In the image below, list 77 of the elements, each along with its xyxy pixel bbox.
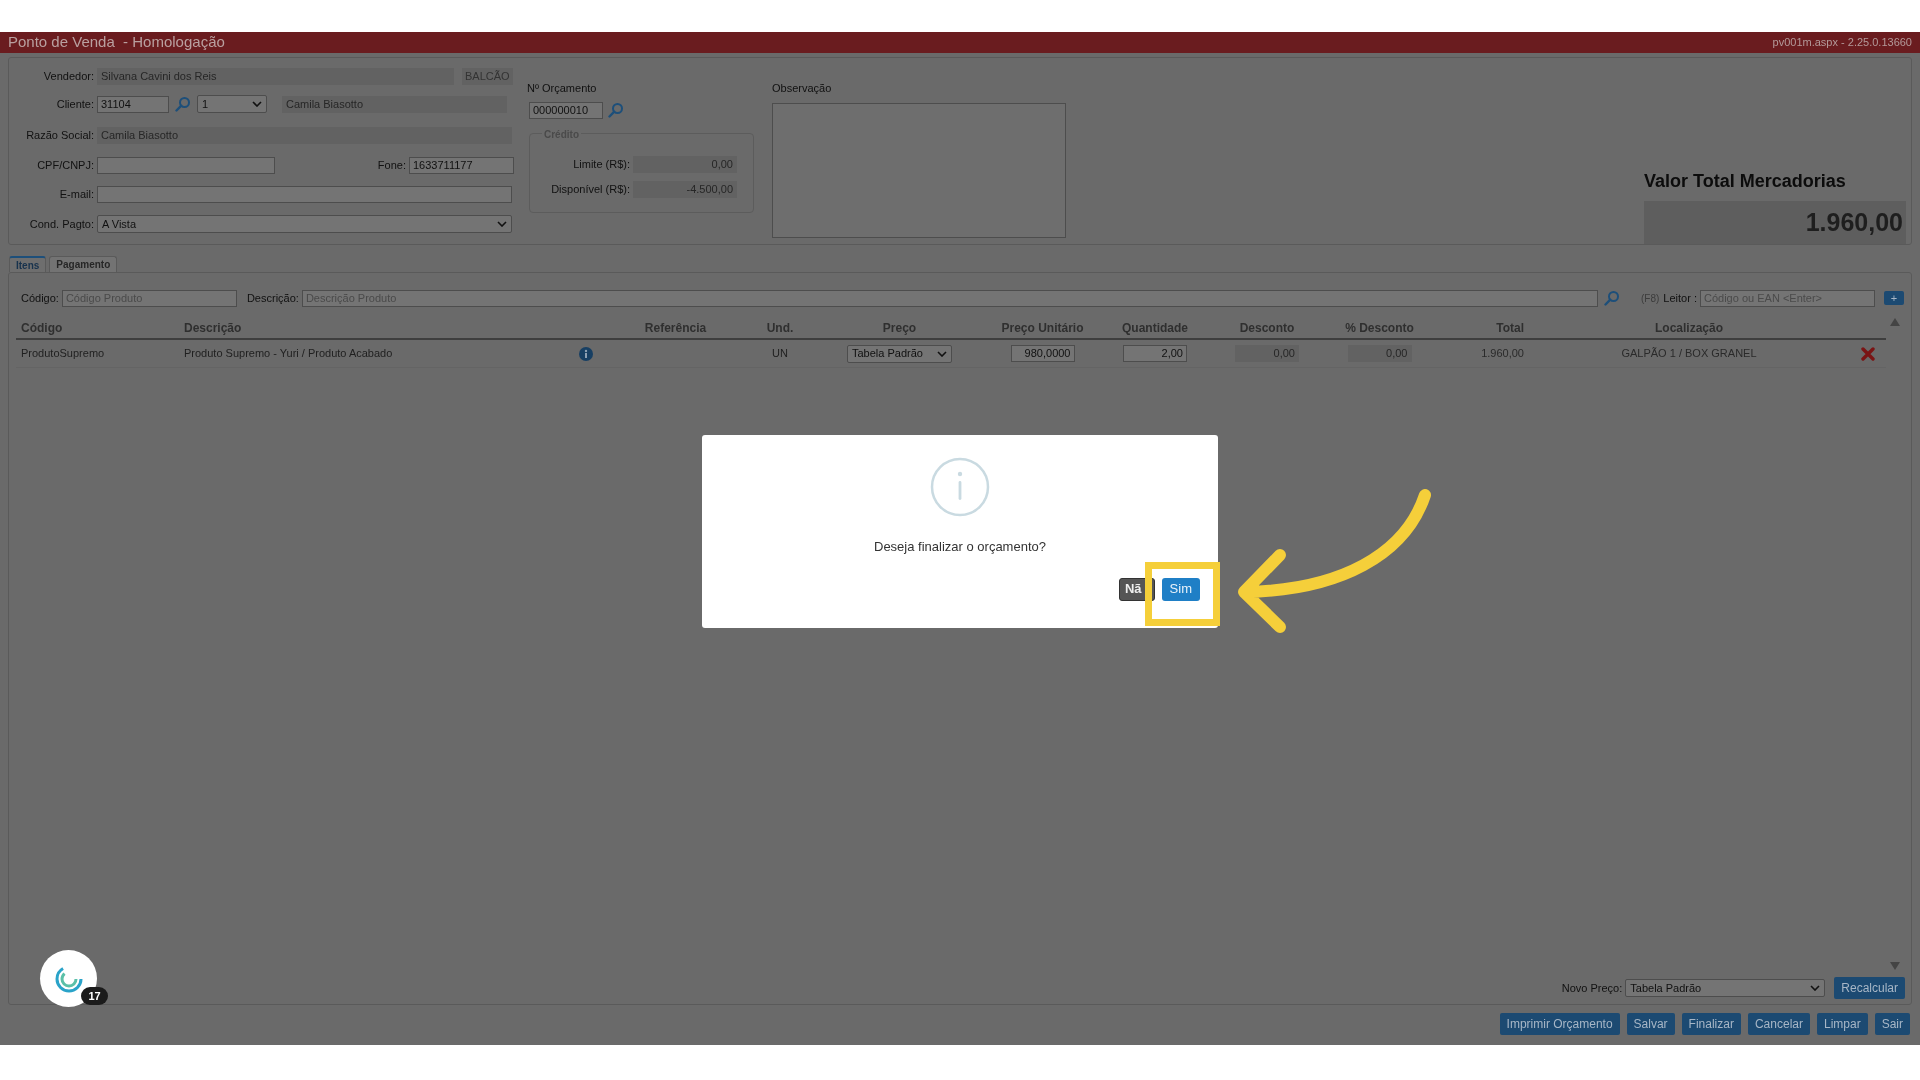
table-cell-text: GALPÃO 1 / BOX GRANEL bbox=[1620, 346, 1758, 362]
column-header: Quantidade bbox=[1121, 320, 1189, 337]
input-field[interactable]: 000000010 bbox=[529, 101, 603, 119]
input-field[interactable] bbox=[97, 185, 512, 203]
field-label: Limite (R$): bbox=[573, 156, 631, 172]
select-field[interactable]: 1 bbox=[197, 95, 267, 113]
recalculate-button[interactable]: Recalcular bbox=[1834, 977, 1905, 999]
column-header: Preço bbox=[881, 320, 918, 337]
price-select[interactable]: Tabela Padrão bbox=[847, 344, 952, 363]
confirm-button[interactable]: Sim bbox=[1161, 577, 1200, 601]
field-label: Cond. Pagto: bbox=[28, 216, 95, 232]
action-button[interactable]: Salvar bbox=[1626, 1013, 1675, 1035]
delete-icon[interactable] bbox=[1860, 346, 1875, 361]
input-field[interactable]: Camila Biasotto bbox=[97, 126, 512, 144]
field-label: Razão Social: bbox=[25, 127, 95, 143]
table-cell-text: 1.960,00 bbox=[1480, 346, 1525, 362]
field-label: Fone: bbox=[377, 157, 407, 173]
column-header: Und. bbox=[765, 320, 795, 337]
field-label: Vendedor: bbox=[42, 69, 95, 85]
notes-label: Observação bbox=[772, 81, 833, 96]
action-button[interactable]: Sair bbox=[1874, 1013, 1910, 1035]
info-icon bbox=[930, 457, 990, 517]
column-header: Localização bbox=[1654, 320, 1724, 337]
input-field[interactable]: -4.500,00 bbox=[633, 180, 737, 198]
input-field[interactable]: 2,00 bbox=[1123, 345, 1187, 362]
quote-label: Nº Orçamento bbox=[527, 81, 598, 96]
total-label: Valor Total Mercadorias bbox=[1644, 170, 1847, 193]
notes-field[interactable] bbox=[772, 102, 1066, 238]
input-field[interactable]: 0,00 bbox=[1235, 345, 1299, 362]
caret-icon bbox=[937, 350, 947, 357]
column-header: Referência bbox=[643, 320, 708, 337]
input-field[interactable]: Silvana Cavini dos Reis bbox=[97, 68, 454, 85]
total-value: 1.960,00 bbox=[1644, 201, 1906, 244]
column-header: Preço Unitário bbox=[1000, 320, 1085, 337]
field-label: Disponível (R$): bbox=[551, 181, 631, 197]
dialog-message: Deseja finalizar o orçamento? bbox=[874, 538, 1046, 556]
tab[interactable]: Pagamento bbox=[49, 256, 118, 272]
field-label: Novo Preço: bbox=[1561, 980, 1624, 996]
caret-icon bbox=[1810, 985, 1821, 991]
window-title: Ponto de Venda - Homologação bbox=[8, 32, 225, 53]
scroll-up-icon[interactable] bbox=[1890, 318, 1900, 326]
column-header: Total bbox=[1495, 320, 1525, 337]
table-cell-text: Produto Supremo - Yuri / Produto Acabado bbox=[183, 346, 393, 362]
table-cell-text: ProdutoSupremo bbox=[20, 346, 106, 362]
action-button[interactable]: Limpar bbox=[1816, 1013, 1868, 1035]
action-button[interactable]: Finalizar bbox=[1681, 1013, 1741, 1035]
field-label: Cliente: bbox=[55, 96, 95, 112]
column-header: Descrição bbox=[183, 320, 243, 337]
add-button[interactable]: + bbox=[1884, 291, 1904, 305]
input-field[interactable] bbox=[97, 156, 275, 174]
search-icon[interactable] bbox=[608, 102, 624, 118]
field-label: Descrição: bbox=[246, 290, 300, 306]
input-field[interactable]: Camila Biasotto bbox=[282, 95, 507, 113]
field-label: E-mail: bbox=[58, 186, 95, 202]
select-field[interactable]: A Vista bbox=[97, 215, 512, 233]
column-header: Desconto bbox=[1238, 320, 1296, 337]
tab[interactable]: Itens bbox=[9, 256, 47, 272]
search-icon[interactable] bbox=[1604, 290, 1620, 306]
info-icon[interactable] bbox=[579, 346, 593, 361]
action-button[interactable]: Cancelar bbox=[1747, 1013, 1810, 1035]
column-header: Código bbox=[20, 320, 64, 337]
input-field[interactable]: 31104 bbox=[97, 95, 169, 113]
version-label: pv001m.aspx - 2.25.0.13660 bbox=[1772, 35, 1912, 51]
scroll-down-icon[interactable] bbox=[1890, 962, 1900, 970]
caret-icon bbox=[252, 101, 262, 107]
field-label: CPF/CNPJ: bbox=[36, 157, 95, 173]
field-label: Código: bbox=[21, 290, 60, 306]
input-field[interactable]: 980,0000 bbox=[1010, 345, 1075, 362]
action-button[interactable]: Imprimir Orçamento bbox=[1499, 1013, 1620, 1035]
input-field[interactable]: 0,00 bbox=[633, 155, 737, 173]
field-label: Leitor : bbox=[1663, 290, 1698, 306]
caret-icon bbox=[497, 221, 507, 227]
column-header: % Desconto bbox=[1344, 320, 1415, 337]
table-cell-text: UN bbox=[771, 346, 789, 362]
select-field[interactable]: Tabela Padrão bbox=[1625, 979, 1826, 997]
input-field[interactable]: 1633711177 bbox=[409, 156, 514, 174]
search-icon[interactable] bbox=[175, 96, 191, 112]
